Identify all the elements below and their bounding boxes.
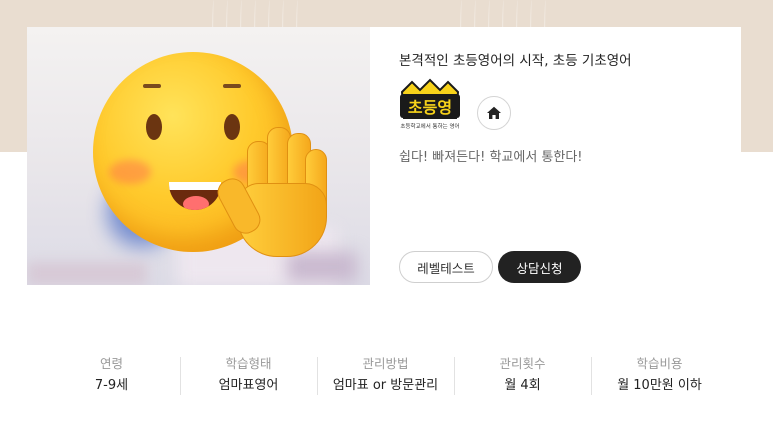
info-learning-type: 학습형태 엄마표영어 (180, 356, 317, 396)
info-value: 7-9세 (94, 378, 129, 393)
info-age: 연령 7-9세 (43, 356, 180, 396)
info-value: 월 10만원 이하 (617, 378, 702, 393)
info-management-method: 관리방법 엄마표 or 방문관리 (317, 356, 454, 396)
info-label: 관리방법 (362, 356, 409, 371)
level-test-button[interactable]: 레벨테스트 (399, 251, 493, 283)
info-management-frequency: 관리횟수 월 4회 (454, 356, 591, 396)
info-value: 엄마표영어 (218, 378, 279, 393)
logo-tagline: 초등학교에서 통하는 영어 (400, 122, 459, 130)
program-thumbnail (27, 27, 370, 285)
logo-text: 초등영 (408, 98, 452, 117)
program-logo: 초등영 초등학교에서 통하는 영어 (398, 78, 462, 130)
program-info-bar: 연령 7-9세 학습형태 엄마표영어 관리방법 엄마표 or 방문관리 관리횟수… (43, 356, 728, 396)
info-value: 월 4회 (504, 378, 541, 393)
consult-button[interactable]: 상담신청 (498, 251, 581, 283)
info-label: 연령 (99, 356, 123, 371)
info-label: 학습비용 (636, 356, 683, 371)
home-icon (487, 106, 501, 119)
program-title: 본격적인 초등영어의 시작, 초등 기초영어 (399, 53, 632, 69)
info-cost: 학습비용 월 10만원 이하 (591, 356, 728, 396)
raised-hand-icon (213, 127, 327, 257)
home-button[interactable] (477, 96, 511, 130)
info-value: 엄마표 or 방문관리 (332, 378, 439, 393)
program-slogan: 쉽다! 빠져든다! 학교에서 통한다! (399, 150, 583, 165)
info-label: 학습형태 (225, 356, 272, 371)
info-label: 관리횟수 (499, 356, 546, 371)
